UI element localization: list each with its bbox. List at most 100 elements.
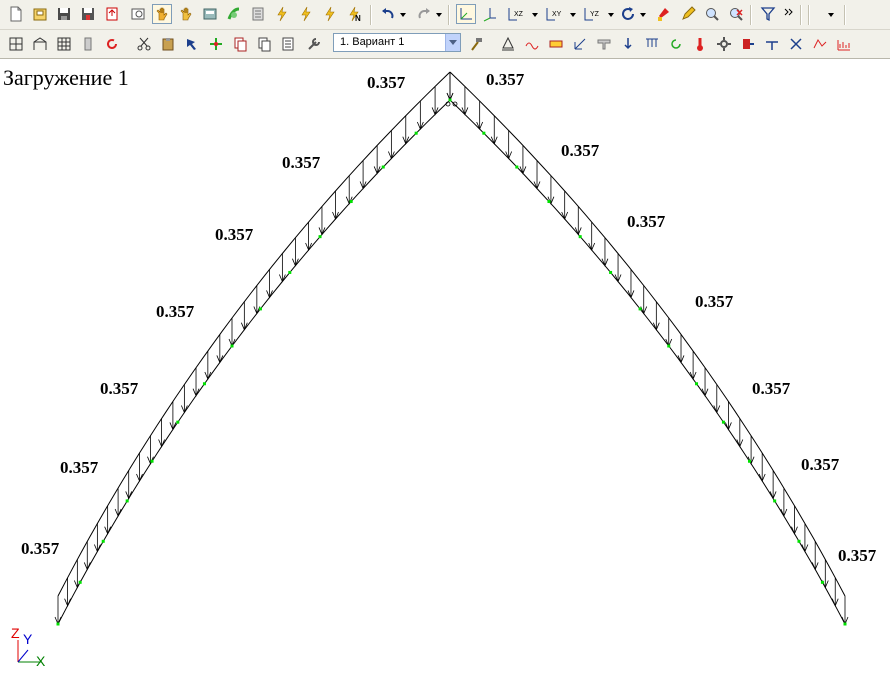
layers-icon[interactable] (810, 34, 830, 54)
chevron-down-icon[interactable] (445, 34, 460, 51)
export-icon[interactable] (102, 4, 122, 24)
analysis-icon[interactable] (224, 4, 244, 24)
frame-node (820, 580, 824, 584)
frame-node (101, 539, 105, 543)
mesh-icon[interactable] (54, 34, 74, 54)
load-value-label: 0.357 (695, 292, 734, 311)
props-icon[interactable] (278, 34, 298, 54)
frame-node (78, 580, 82, 584)
frame-node (578, 235, 582, 239)
load-value-label: 0.357 (100, 379, 139, 398)
frame-node (695, 382, 699, 386)
view-xy-icon[interactable]: XY (542, 4, 570, 24)
new-file-icon[interactable] (6, 4, 26, 24)
save-as-icon[interactable] (78, 4, 98, 24)
hammer-icon[interactable] (466, 34, 486, 54)
zoom-icon[interactable] (702, 4, 722, 24)
frame-node (230, 344, 234, 348)
undo-icon[interactable] (378, 4, 398, 24)
paste-icon[interactable] (158, 34, 178, 54)
frame-node (202, 382, 206, 386)
distributed-load-arrows (54, 72, 849, 626)
settings-icon[interactable] (714, 34, 734, 54)
moment-icon[interactable] (666, 34, 686, 54)
frame-node (176, 420, 180, 424)
load-value-label: 0.357 (486, 70, 525, 89)
section-icon[interactable] (594, 34, 614, 54)
copy-props-icon[interactable] (254, 34, 274, 54)
forces-s-icon[interactable] (272, 4, 292, 24)
temperature-load-icon[interactable] (690, 34, 710, 54)
axis-y-label: Y (23, 631, 33, 647)
frame-node (381, 165, 385, 169)
grid-icon[interactable] (6, 34, 26, 54)
document-icon[interactable] (248, 4, 268, 24)
frame-node (747, 459, 751, 463)
filter-icon[interactable] (758, 4, 778, 24)
load-value-label: 0.357 (801, 455, 840, 474)
frame-node (258, 307, 262, 311)
rotate-view-icon[interactable] (618, 4, 638, 24)
frame-node (609, 270, 613, 274)
distributed-load-icon[interactable] (642, 34, 662, 54)
frame-node (547, 200, 551, 204)
paint-icon[interactable] (654, 4, 674, 24)
load-value-label: 0.357 (282, 153, 321, 172)
frame-node (773, 499, 777, 503)
pan-hand-icon[interactable] (152, 4, 172, 24)
frame-nodes (56, 98, 847, 626)
view-xz-icon[interactable]: XZ (504, 4, 532, 24)
print-preview-icon[interactable] (128, 4, 148, 24)
cut-icon[interactable] (134, 34, 154, 54)
forces-m-icon[interactable] (296, 4, 316, 24)
node-load-icon[interactable] (618, 34, 638, 54)
forces-n-icon[interactable]: N (344, 4, 364, 24)
rotate-hand-icon[interactable] (176, 4, 196, 24)
load-value-label: 0.357 (21, 539, 60, 558)
frame-node (414, 131, 418, 135)
frame-icon[interactable] (30, 34, 50, 54)
column-icon[interactable] (78, 34, 98, 54)
copy-icon[interactable] (230, 34, 250, 54)
structure-canvas[interactable]: 0.357 0.357 0.357 0.357 0.357 0.357 0.357 0.357… (0, 60, 890, 674)
view-3d-axes-icon[interactable] (456, 4, 476, 24)
diagram-icon[interactable] (834, 34, 854, 54)
shift-icon[interactable] (738, 34, 758, 54)
forces-q-icon[interactable] (320, 4, 340, 24)
frame-node (667, 344, 671, 348)
pencil-icon[interactable] (678, 4, 698, 24)
load-value-label: 0.357 (627, 212, 666, 231)
open-file-icon[interactable] (30, 4, 50, 24)
frame-node (318, 235, 322, 239)
load-value-label: 0.357 (838, 546, 877, 565)
load-value-label: 0.357 (60, 458, 99, 477)
spring-icon[interactable] (762, 34, 782, 54)
support-icon[interactable] (498, 34, 518, 54)
load-value-label: 0.357 (561, 141, 600, 160)
arch-frame (57, 71, 846, 625)
rigid-insert-icon[interactable] (546, 34, 566, 54)
hinge-icon[interactable] (522, 34, 542, 54)
frame-node (288, 270, 292, 274)
delete-constraint-icon[interactable] (786, 34, 806, 54)
frame-node (515, 165, 519, 169)
view-axes-icon[interactable] (480, 4, 500, 24)
frame-node (721, 420, 725, 424)
frame-node (482, 131, 486, 135)
view-yz-icon[interactable]: YZ (580, 4, 608, 24)
variant-select[interactable]: 1. Вариант 1 (333, 33, 461, 52)
select-icon[interactable] (182, 34, 202, 54)
axis-x-label: X (36, 653, 46, 668)
redo-icon[interactable] (414, 4, 434, 24)
zoom-out-icon[interactable] (726, 4, 746, 24)
load-value-label: 0.357 (215, 225, 254, 244)
save-icon[interactable] (54, 4, 74, 24)
axis-z-label: Z (11, 625, 20, 641)
rotate-element-icon[interactable] (102, 34, 122, 54)
more-icon[interactable] (782, 4, 796, 24)
svg-text:XY: XY (552, 11, 562, 18)
wrench-icon[interactable] (304, 34, 324, 54)
calculator-icon[interactable] (200, 4, 220, 24)
local-axes-icon[interactable] (570, 34, 590, 54)
add-node-icon[interactable] (206, 34, 226, 54)
